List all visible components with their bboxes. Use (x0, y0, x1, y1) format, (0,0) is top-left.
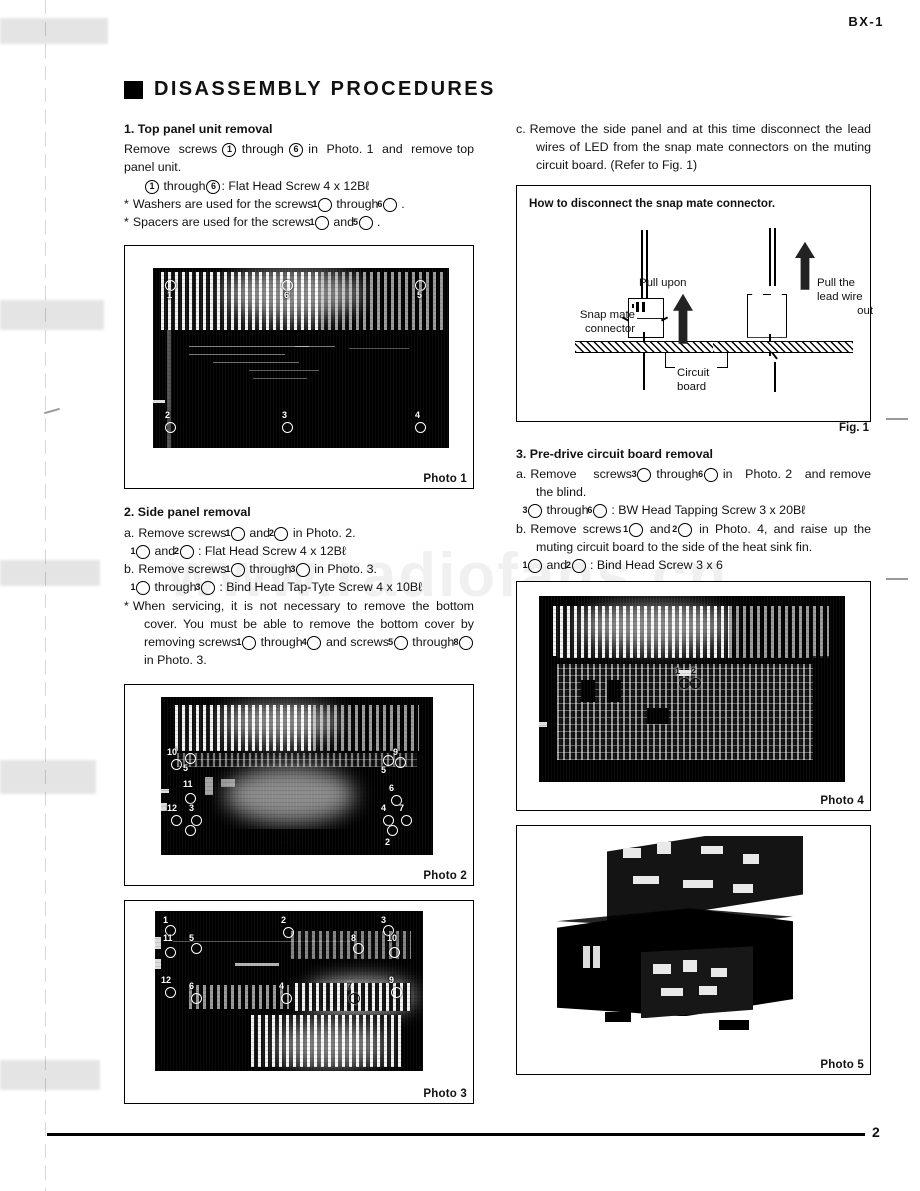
section-2-item-a: a. Remove screws 1 and 2 in Photo. 2. (124, 525, 356, 541)
section-2-item-a-spec: 1 and 2 : Flat Head Screw 4 x 12Bℓ (130, 543, 346, 559)
square-bullet-icon (124, 80, 143, 99)
scan-tick (886, 418, 908, 420)
label-snap-mate-connector: Snap mate connector (579, 308, 635, 335)
section-1: 1. Top panel unit removal Remove screws … (124, 120, 474, 231)
section-2-heading: 2. Side panel removal (124, 505, 251, 520)
section-1-line-3: * Washers are used for the screws 1 throu… (124, 196, 405, 212)
snap-mate-connector-right (747, 293, 787, 338)
scan-smudge (0, 760, 96, 794)
section-2-item-c: c. Remove the side panel and at this time… (516, 120, 871, 175)
scan-tick (886, 578, 908, 580)
photo-1-caption: Photo 1 (423, 473, 467, 486)
section-1-line-1: Remove screws 1 through 6 in Photo. 1 an… (124, 142, 474, 175)
manual-page: www.radiofans.cn BX-1 DISASSEMBLY PROCED… (0, 0, 920, 1191)
photo-1-image: 1 6 5 2 3 4 (153, 268, 449, 449)
photo-3-image: 1 11 5 2 8 3 10 12 6 4 7 9 (155, 910, 423, 1071)
photo-4-frame: 2 1 Photo 4 (516, 581, 871, 812)
page-number: 2 (872, 1124, 880, 1140)
section-3-item-a-spec: 3 through 6 : BW Head Tapping Screw 3 x … (522, 503, 806, 519)
section-1-heading: 1. Top panel unit removal (124, 122, 273, 136)
lead-wire-left-2 (646, 229, 648, 302)
photo-5-frame: Photo 5 (516, 825, 871, 1076)
figure-1-frame: How to disconnect the snap mate connecto… (516, 184, 873, 422)
label-pull-upon: Pull upon (639, 276, 687, 289)
lead-wire-left (641, 229, 643, 302)
section-1-line-4: * Spacers are used for the screws 1 and 5… (124, 215, 381, 231)
section-3: 3. Pre-drive circuit board removal a. Rem… (516, 445, 871, 575)
circuit-board-left (575, 340, 715, 353)
scan-tick (44, 407, 60, 415)
section-2-item-c-text: c. Remove the side panel and at this time… (516, 122, 871, 173)
photo-3-caption: Photo 3 (423, 1087, 467, 1100)
photo-2-image: 10 5 11 12 3 9 5 6 4 7 2 (161, 696, 433, 855)
photo-4-image: 2 1 (539, 596, 845, 783)
right-column: c. Remove the side panel and at this time… (516, 120, 873, 1076)
scan-smudge (0, 18, 108, 44)
photo-5-caption: Photo 5 (820, 1059, 864, 1072)
section-2-item-b: b. Remove screws 1 through 3 in Photo. 3. (124, 562, 377, 578)
left-column: 1. Top panel unit removal Remove screws … (124, 120, 474, 1104)
figure-1-caption: Fig. 1 (838, 421, 869, 434)
label-circuit-board: Circuit board (677, 366, 710, 393)
photo-3-frame: 1 11 5 2 8 3 10 12 6 4 7 9 Photo 3 (124, 899, 474, 1104)
section-2: 2. Side panel removal a. Remove screws 1 … (124, 503, 474, 669)
section-1-line-2: 1 through 6: Flat Head Screw 4 x 12Bℓ (124, 177, 474, 195)
label-pull-lead-wire-out: Pull the lead wire out (817, 276, 873, 318)
figure-1-title: How to disconnect the snap mate connecto… (529, 196, 776, 210)
photo-5-image (533, 836, 843, 1049)
section-2-note: * When servicing, it is not necessary to … (124, 598, 474, 668)
photo-4-caption: Photo 4 (820, 795, 864, 808)
pull-arrow-right (795, 241, 815, 290)
scan-smudge (0, 560, 100, 586)
photo-1-frame: 1 6 5 2 3 4 Photo 1 (124, 245, 474, 490)
section-3-item-a: a. Remove screws 3 through 6 in Photo. 2 … (516, 466, 871, 500)
photo-2-frame: 10 5 11 12 3 9 5 6 4 7 2 Photo 2 (124, 683, 474, 886)
section-2-item-b-spec: 1 through 3 : Bind Head Tap-Tyte Screw 4… (130, 580, 423, 596)
photo-2-caption: Photo 2 (423, 869, 467, 882)
model-header: BX-1 (848, 14, 884, 29)
scan-binding-line (45, 0, 46, 1191)
page-title-text: DISASSEMBLY PROCEDURES (154, 78, 496, 100)
section-3-item-b: b. Remove screws 1 and 2 in Photo. 4, and… (516, 521, 872, 554)
section-3-heading: 3. Pre-drive circuit board removal (516, 446, 713, 461)
footer-rule (47, 1133, 865, 1137)
scan-smudge (0, 1060, 100, 1090)
section-3-item-b-spec: 1 and 2 : Bind Head Screw 3 x 6 (522, 558, 723, 574)
circuit-board-right (713, 340, 853, 353)
page-title: DISASSEMBLY PROCEDURES (124, 78, 496, 101)
scan-smudge (0, 300, 104, 330)
pull-arrow-left (673, 293, 693, 344)
